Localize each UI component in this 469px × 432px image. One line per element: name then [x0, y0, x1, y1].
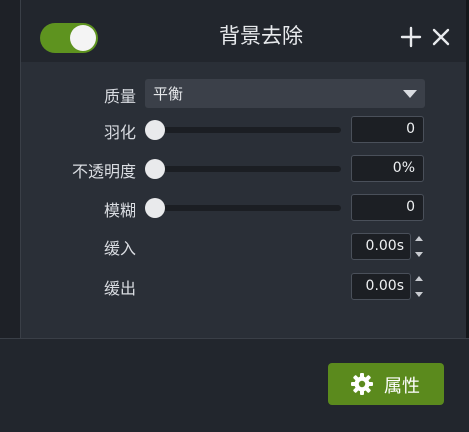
- ease-out-input[interactable]: 0.00s: [351, 273, 411, 300]
- feather-input[interactable]: 0: [351, 116, 424, 143]
- blur-label: 模糊: [103, 201, 136, 220]
- quality-label: 质量: [103, 87, 136, 106]
- background-removal-panel: 背景去除 质量 平衡 羽化 0 不透明度 0% 模糊 0 缓入 0.00s 缓出…: [21, 0, 466, 338]
- ease-in-decrement-icon[interactable]: [413, 248, 425, 260]
- toggle-knob: [70, 25, 96, 51]
- blur-input[interactable]: 0: [351, 194, 424, 221]
- feather-label: 羽化: [103, 123, 136, 142]
- opacity-slider[interactable]: [145, 159, 341, 179]
- footer-divider: [0, 338, 469, 339]
- effect-enable-toggle[interactable]: [40, 23, 98, 53]
- slider-track: [145, 127, 341, 133]
- quality-value: 平衡: [153, 85, 184, 103]
- ease-out-label: 缓出: [103, 279, 136, 298]
- properties-button[interactable]: 属性: [328, 363, 444, 405]
- gear-icon: [350, 372, 374, 396]
- slider-track: [145, 205, 341, 211]
- properties-button-label: 属性: [384, 376, 420, 397]
- panel-title: 背景去除: [219, 24, 303, 48]
- plus-icon[interactable]: [399, 24, 423, 50]
- slider-thumb[interactable]: [145, 198, 165, 218]
- ease-in-input[interactable]: 0.00s: [351, 233, 411, 260]
- close-icon[interactable]: [429, 24, 453, 50]
- left-panel-edge: [0, 0, 21, 338]
- slider-thumb[interactable]: [145, 159, 165, 179]
- ease-in-increment-icon[interactable]: [413, 233, 425, 245]
- slider-thumb[interactable]: [145, 120, 165, 140]
- feather-slider[interactable]: [145, 120, 341, 140]
- chevron-down-icon: [403, 90, 417, 98]
- slider-track: [145, 166, 341, 172]
- ease-out-decrement-icon[interactable]: [413, 288, 425, 300]
- opacity-label: 不透明度: [71, 162, 136, 181]
- blur-slider[interactable]: [145, 198, 341, 218]
- quality-dropdown[interactable]: 平衡: [145, 79, 425, 108]
- ease-out-increment-icon[interactable]: [413, 273, 425, 285]
- opacity-input[interactable]: 0%: [351, 155, 424, 182]
- panel-header: 背景去除: [21, 0, 466, 62]
- ease-in-label: 缓入: [103, 239, 136, 258]
